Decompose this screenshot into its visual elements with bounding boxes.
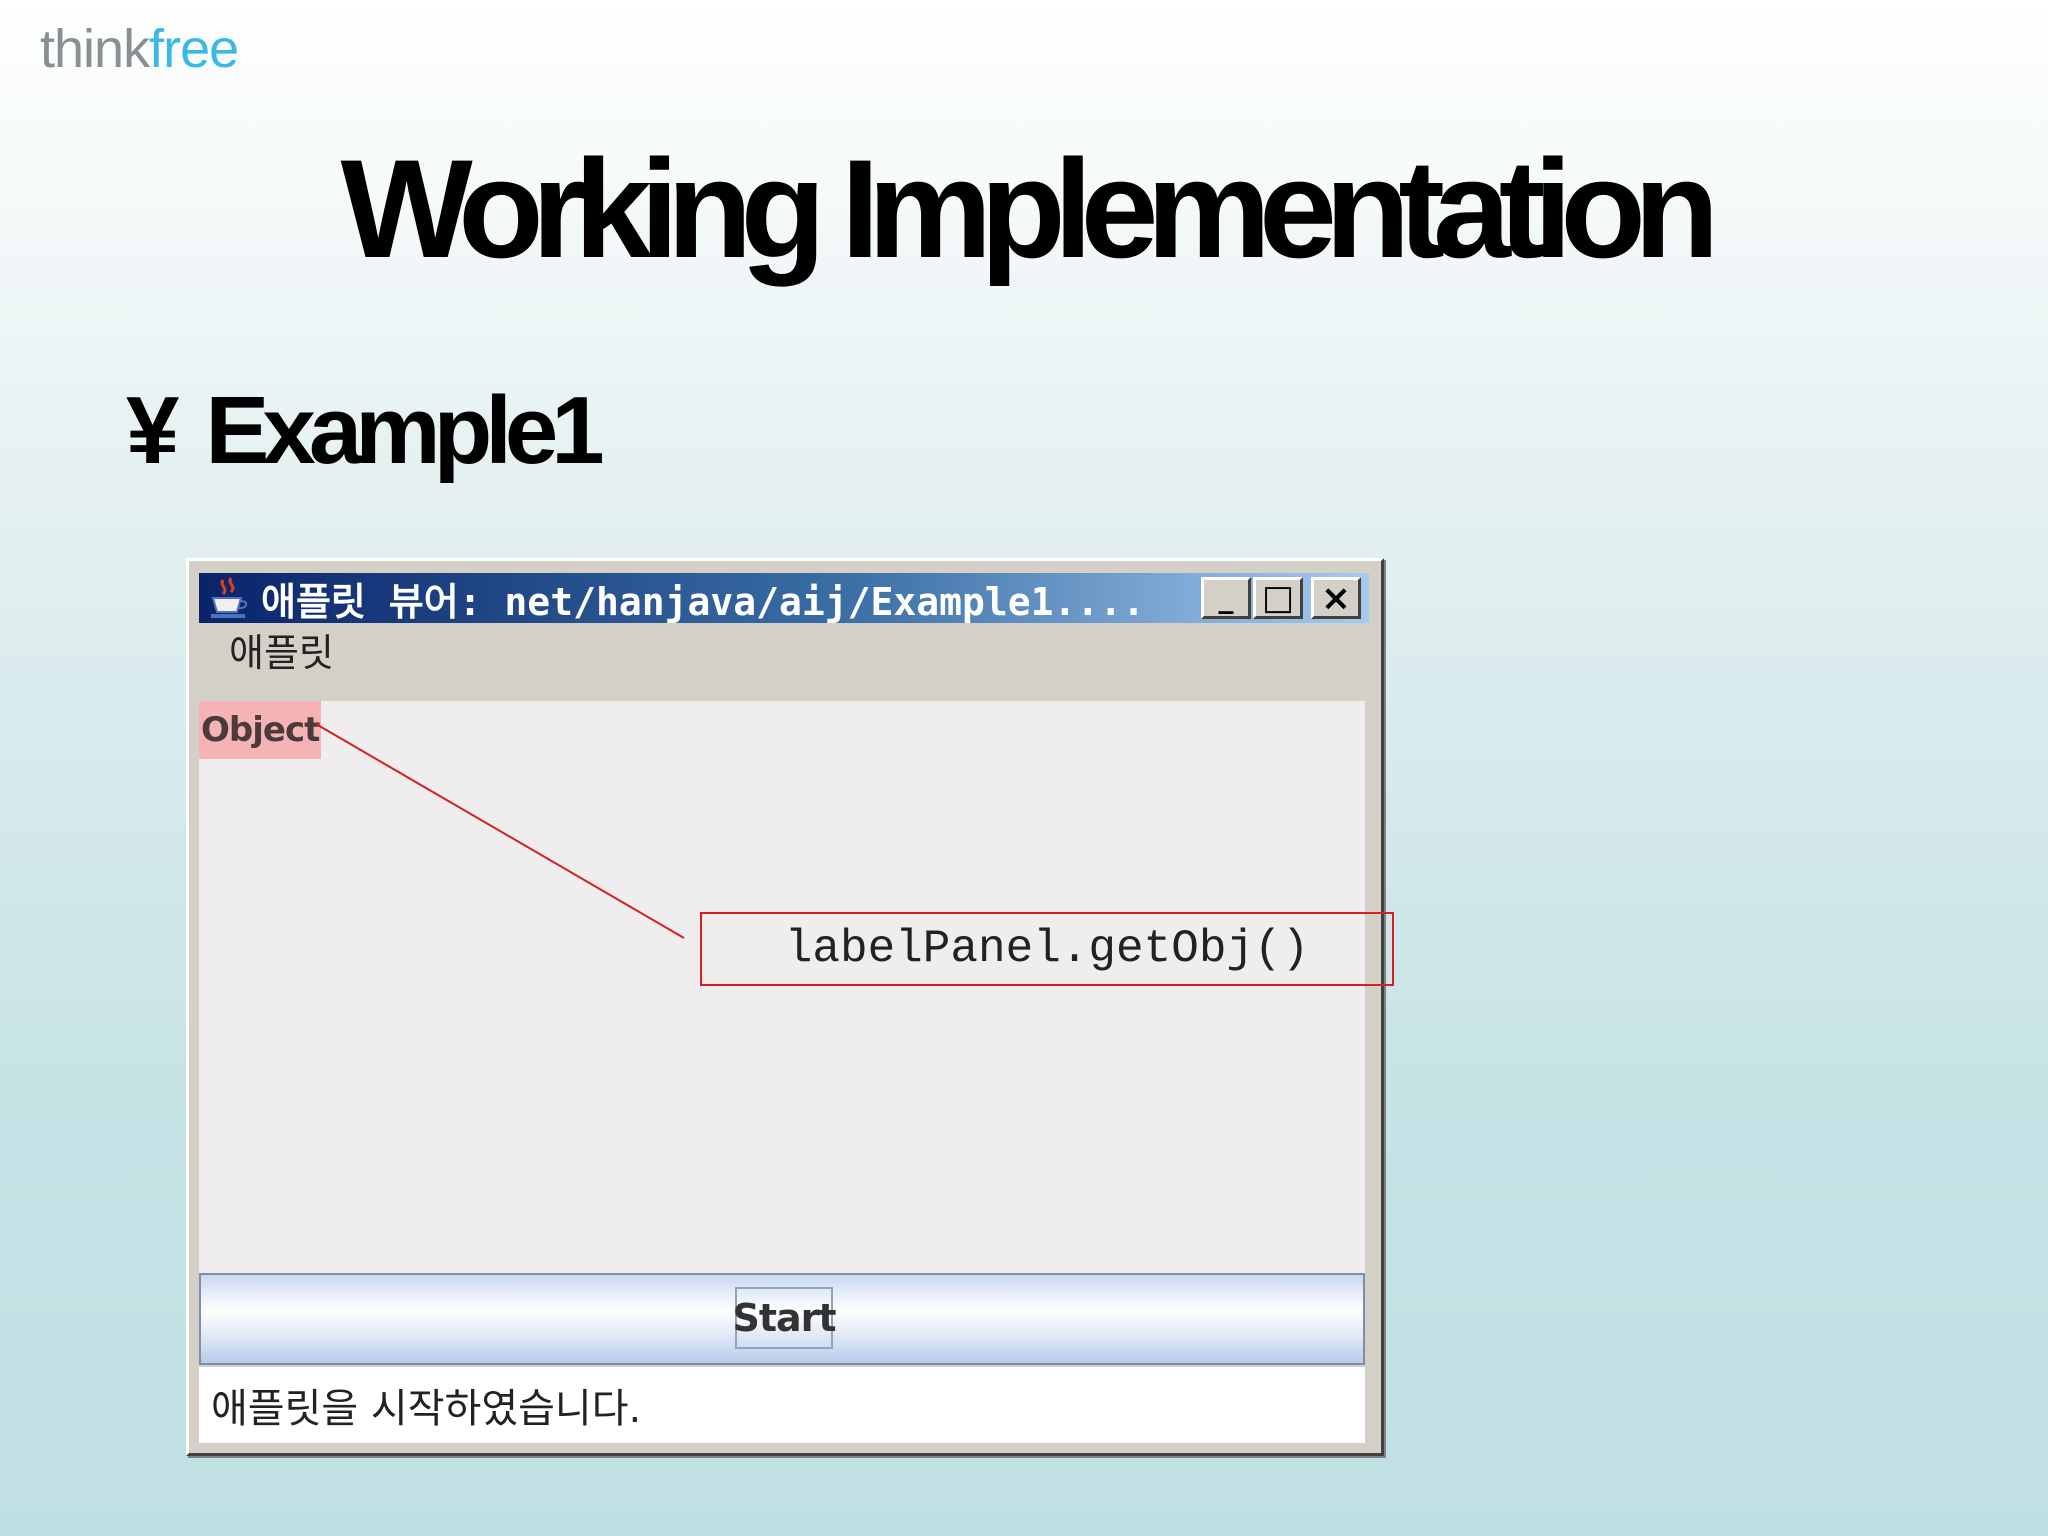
annotation-callout-text: labelPanel.getObj() [784,923,1310,975]
close-button[interactable]: × [1311,577,1361,619]
java-cup-icon [205,574,253,622]
bullet-item: ¥ Example1 [126,376,605,486]
button-panel: Start [199,1273,1365,1365]
minimize-button[interactable]: _ [1201,577,1251,619]
start-button[interactable]: Start [732,1287,837,1349]
window-title: 애플릿 뷰어: net/hanjava/aij/Example1.... [261,579,1146,624]
applet-viewer-window: 애플릿 뷰어: net/hanjava/aij/Example1.... _ □… [186,558,1384,1456]
object-label: Object [199,701,321,759]
status-text: 애플릿을 시작하였습니다. [211,1386,642,1432]
maximize-icon: □ [1261,578,1295,618]
applet-content-panel: Object [199,701,1365,1279]
status-bar: 애플릿을 시작하였습니다. [199,1367,1365,1443]
minimize-icon: _ [1218,580,1234,615]
logo-part-free: free [149,19,239,79]
bullet-mark: ¥ [126,377,180,484]
thinkfree-logo: thinkfree [40,18,239,80]
maximize-button[interactable]: □ [1253,577,1303,619]
window-titlebar[interactable]: 애플릿 뷰어: net/hanjava/aij/Example1.... _ □… [199,573,1369,624]
menu-item-applet[interactable]: 애플릿 [229,622,334,677]
menu-bar: 애플릿 [199,623,1371,675]
logo-part-think: think [40,19,150,79]
close-icon: × [1320,577,1352,619]
slide-title: Working Implementation [340,130,1720,287]
annotation-callout-box: labelPanel.getObj() [700,912,1394,986]
bullet-text: Example1 [205,377,604,484]
